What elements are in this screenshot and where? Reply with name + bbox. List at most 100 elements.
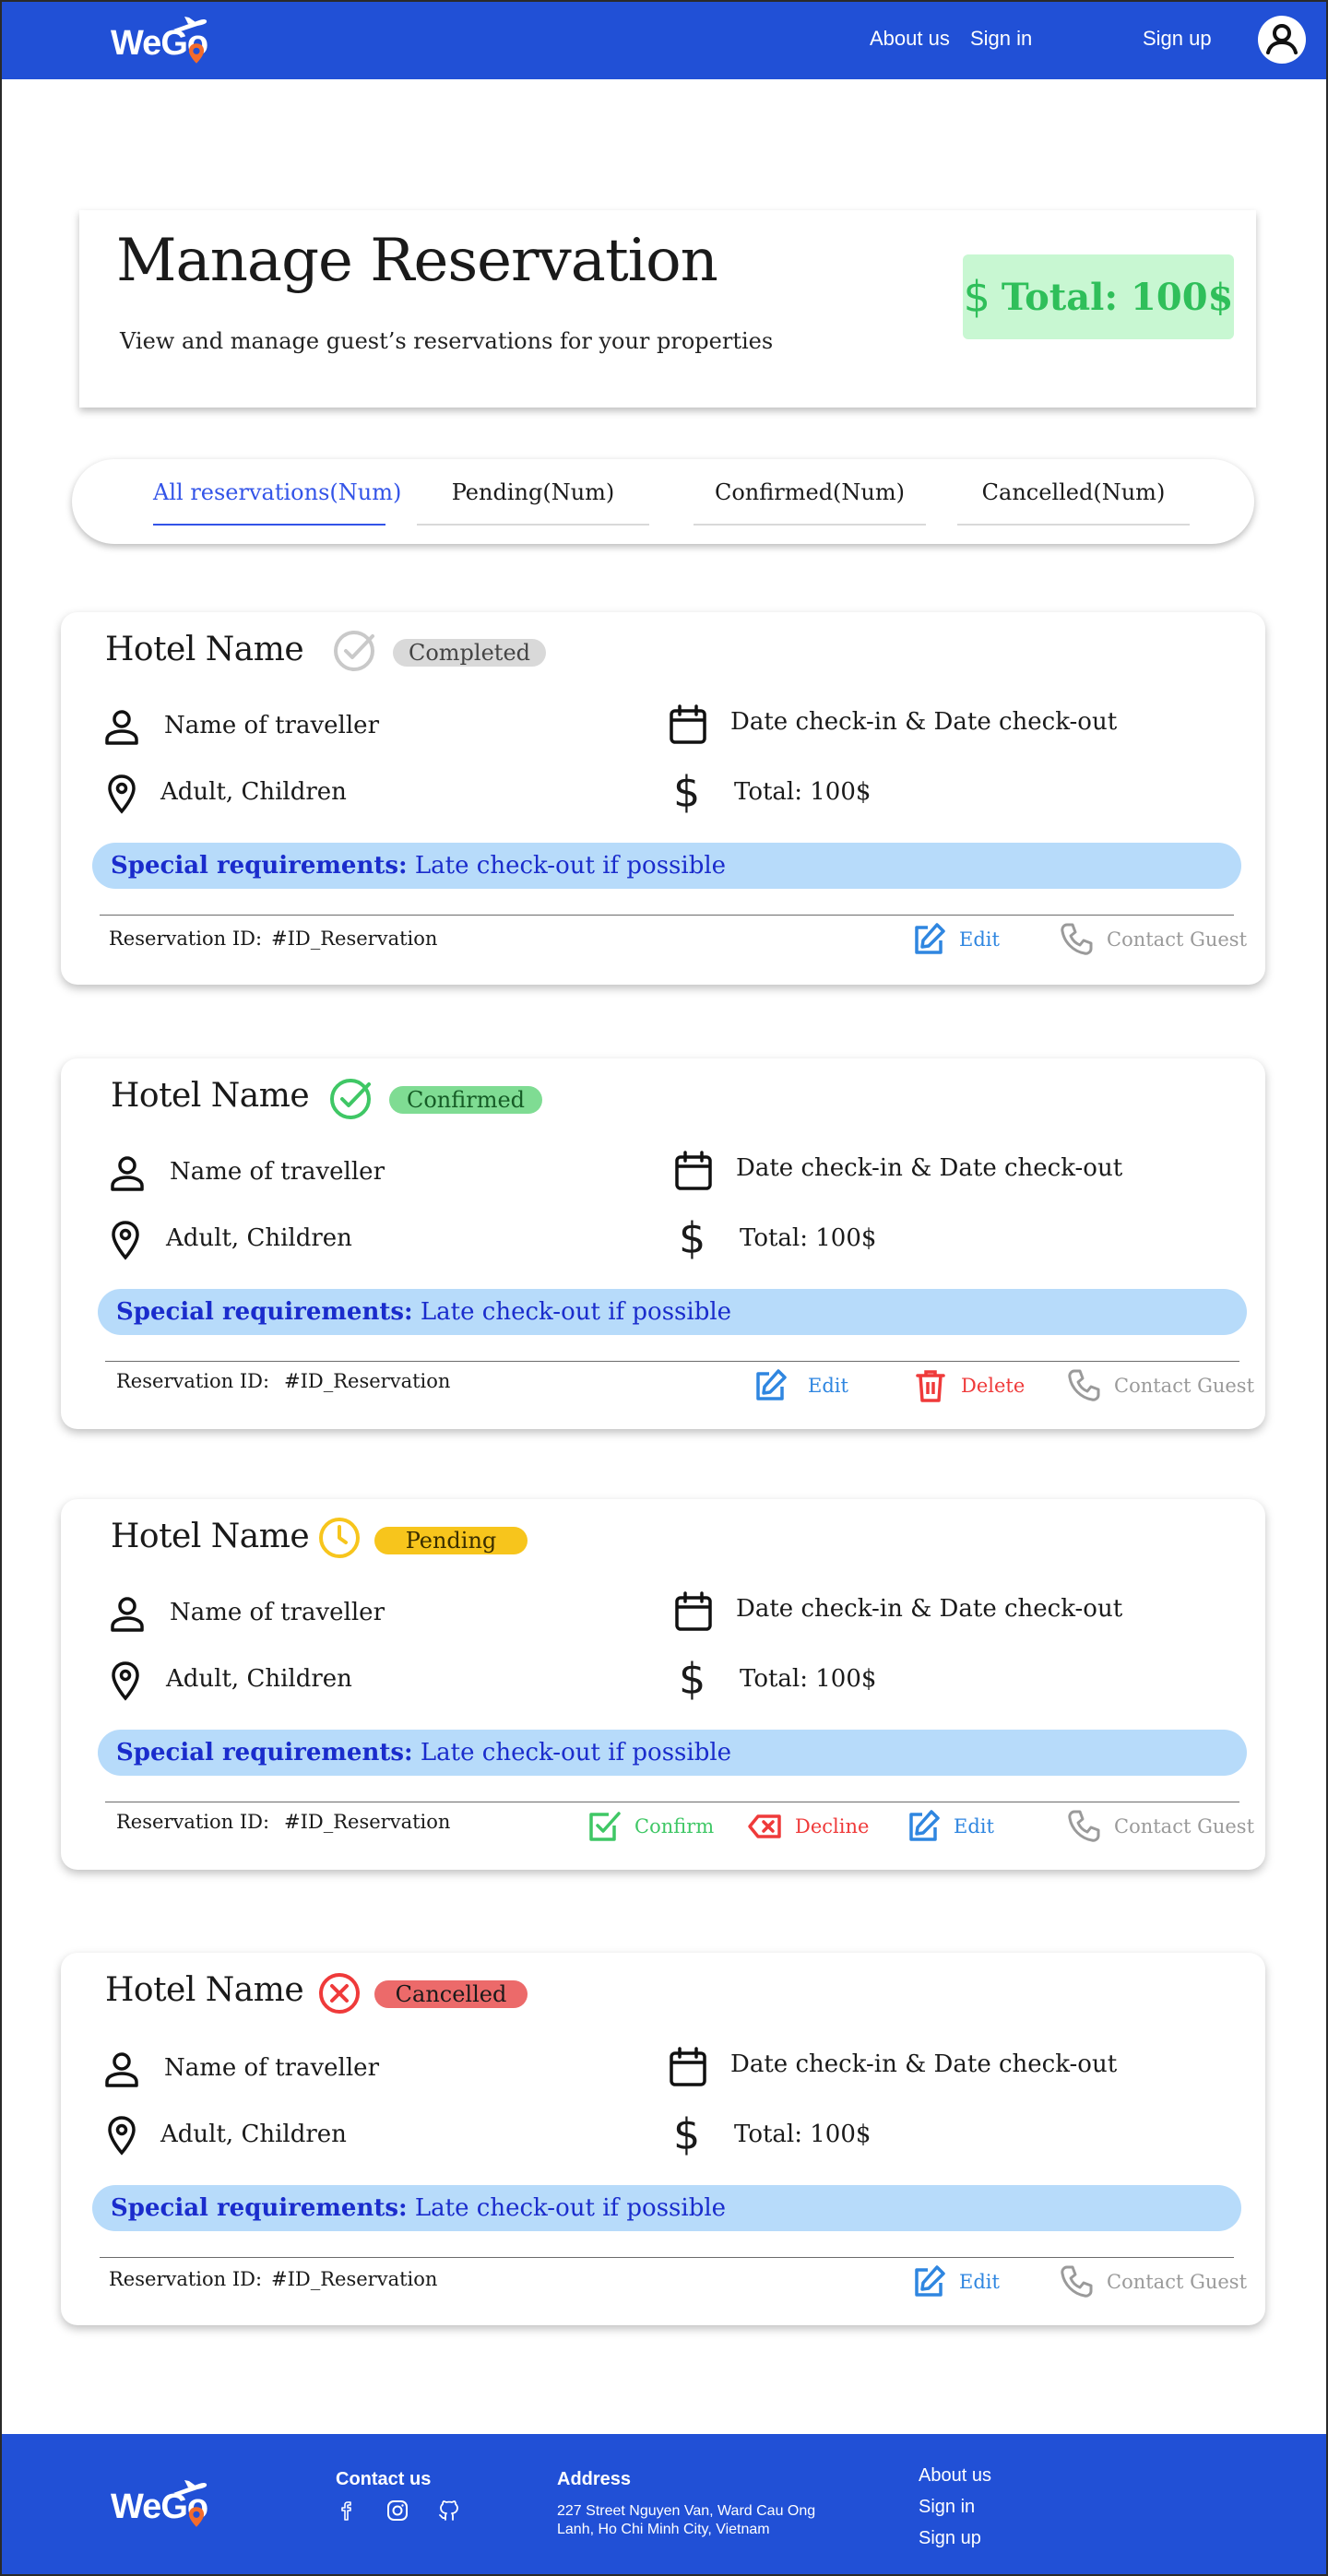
traveller-name: Name of traveller bbox=[164, 2054, 379, 2082]
reservation-total: Total: 100$ bbox=[740, 1665, 877, 1693]
reservation-status-tabs: All reservations(Num) Pending(Num) Confi… bbox=[72, 459, 1254, 544]
edit-button[interactable]: Edit bbox=[753, 1368, 848, 1403]
nav-sign-in-link[interactable]: Sign in bbox=[970, 27, 1032, 51]
tab-cancelled[interactable]: Cancelled(Num) bbox=[957, 479, 1190, 526]
footer-about-us-link[interactable]: About us bbox=[919, 2465, 991, 2487]
facebook-icon[interactable] bbox=[336, 2499, 360, 2523]
stay-dates: Date check-in & Date check-out bbox=[730, 2050, 1118, 2078]
reservation-total: Total: 100$ bbox=[734, 2121, 872, 2148]
special-requirements-bar: Special requirements: Late check-out if … bbox=[92, 843, 1241, 889]
airplane-icon bbox=[173, 17, 208, 31]
status-badge: Confirmed bbox=[389, 1086, 542, 1114]
contact-guest-button[interactable]: Contact Guest bbox=[1066, 1368, 1254, 1403]
edit-button[interactable]: Edit bbox=[911, 922, 1000, 957]
address-text: 227 Street Nguyen Van, Ward Cau Ong Lanh… bbox=[557, 2503, 816, 2537]
profile-button[interactable] bbox=[1258, 16, 1306, 64]
footer-sign-in-link[interactable]: Sign in bbox=[919, 2497, 975, 2518]
user-circle-icon bbox=[1266, 24, 1298, 54]
reservation-card: Hotel Name Pending Name of traveller Dat… bbox=[61, 1499, 1265, 1870]
location-pin-icon bbox=[188, 43, 205, 64]
user-icon bbox=[105, 2052, 138, 2087]
special-requirements-label: Special requirements: bbox=[116, 1739, 413, 1767]
edit-label: Edit bbox=[808, 1375, 848, 1397]
status-badge: Completed bbox=[393, 639, 546, 667]
total-revenue-value: Total: 100$ bbox=[1001, 275, 1234, 319]
user-icon bbox=[111, 1597, 144, 1632]
top-navbar: WeGo About us Sign in Sign up bbox=[0, 0, 1328, 79]
contact-guest-label: Contact Guest bbox=[1107, 928, 1248, 951]
confirm-button[interactable]: Confirm bbox=[587, 1809, 714, 1844]
status-badge: Cancelled bbox=[374, 1980, 528, 2008]
x-circle-icon bbox=[319, 1973, 360, 2014]
contact-guest-button[interactable]: Contact Guest bbox=[1059, 2264, 1247, 2299]
location-pin-icon bbox=[108, 774, 136, 814]
edit-label: Edit bbox=[954, 1815, 994, 1837]
reservation-id-value: #ID_Reservation bbox=[271, 2268, 438, 2290]
stay-dates: Date check-in & Date check-out bbox=[730, 708, 1118, 736]
special-requirements-bar: Special requirements: Late check-out if … bbox=[98, 1289, 1247, 1335]
special-requirements-label: Special requirements: bbox=[111, 852, 408, 880]
edit-button[interactable]: Edit bbox=[906, 1809, 994, 1844]
calendar-icon bbox=[670, 704, 706, 744]
phone-icon bbox=[1068, 1369, 1100, 1401]
total-revenue-badge: $ Total: 100$ bbox=[963, 254, 1234, 339]
reservation-id-value: #ID_Reservation bbox=[284, 1370, 451, 1392]
calendar-icon bbox=[670, 2047, 706, 2086]
reservation-card: Hotel Name Confirmed Name of traveller D… bbox=[61, 1058, 1265, 1429]
edit-button[interactable]: Edit bbox=[911, 2264, 1000, 2299]
special-requirements-text: Late check-out if possible bbox=[420, 1739, 732, 1767]
tab-all-reservations[interactable]: All reservations(Num) bbox=[153, 479, 401, 526]
dollar-icon: $ bbox=[673, 2109, 701, 2159]
contact-guest-label: Contact Guest bbox=[1114, 1815, 1255, 1837]
location-pin-icon bbox=[188, 2507, 205, 2527]
edit-icon bbox=[915, 923, 945, 954]
dollar-icon: $ bbox=[673, 767, 701, 817]
airplane-icon bbox=[173, 2480, 208, 2495]
special-requirements-bar: Special requirements: Late check-out if … bbox=[98, 1730, 1247, 1776]
trash-icon bbox=[916, 1370, 945, 1402]
dollar-icon: $ bbox=[679, 1654, 706, 1704]
special-requirements-text: Late check-out if possible bbox=[414, 2194, 727, 2222]
card-divider bbox=[100, 2257, 1234, 2258]
guest-count: Adult, Children bbox=[160, 778, 347, 806]
footer-sign-up-link[interactable]: Sign up bbox=[919, 2528, 981, 2549]
edit-label: Edit bbox=[959, 2271, 1000, 2293]
special-requirements-label: Special requirements: bbox=[116, 1298, 413, 1326]
reservation-id-label: Reservation ID: bbox=[116, 1811, 270, 1833]
hotel-name: Hotel Name bbox=[111, 1077, 310, 1115]
github-icon[interactable] bbox=[437, 2499, 461, 2523]
special-requirements-text: Late check-out if possible bbox=[420, 1298, 732, 1326]
contact-guest-button[interactable]: Contact Guest bbox=[1059, 922, 1247, 957]
location-pin-icon bbox=[112, 1221, 139, 1260]
contact-guest-button[interactable]: Contact Guest bbox=[1066, 1809, 1254, 1844]
contact-guest-label: Contact Guest bbox=[1107, 2271, 1248, 2293]
delete-button[interactable]: Delete bbox=[913, 1368, 1025, 1403]
hotel-name: Hotel Name bbox=[111, 1518, 310, 1555]
guest-count: Adult, Children bbox=[160, 2121, 347, 2148]
reservation-card: Hotel Name Completed Name of traveller D… bbox=[61, 612, 1265, 985]
tab-pending[interactable]: Pending(Num) bbox=[417, 479, 649, 526]
reservation-id-value: #ID_Reservation bbox=[271, 928, 438, 950]
tab-confirmed[interactable]: Confirmed(Num) bbox=[694, 479, 926, 526]
nav-about-us-link[interactable]: About us bbox=[870, 27, 950, 51]
status-badge: Pending bbox=[374, 1527, 528, 1554]
phone-icon bbox=[1068, 1810, 1100, 1842]
edit-label: Edit bbox=[959, 928, 1000, 951]
special-requirements-text: Late check-out if possible bbox=[414, 852, 727, 880]
location-pin-icon bbox=[108, 2116, 136, 2156]
decline-button[interactable]: Decline bbox=[747, 1809, 869, 1844]
location-pin-icon bbox=[112, 1661, 139, 1701]
clock-icon bbox=[319, 1518, 360, 1558]
wego-logo[interactable]: WeGo bbox=[111, 17, 212, 65]
dollar-icon: $ bbox=[963, 272, 990, 322]
contact-us-heading: Contact us bbox=[336, 2469, 432, 2489]
hotel-name: Hotel Name bbox=[105, 1971, 304, 2009]
phone-icon bbox=[1061, 2265, 1093, 2298]
nav-sign-up-link[interactable]: Sign up bbox=[1143, 27, 1212, 51]
traveller-name: Name of traveller bbox=[164, 712, 379, 739]
instagram-icon[interactable] bbox=[385, 2499, 409, 2523]
special-requirements-bar: Special requirements: Late check-out if … bbox=[92, 2185, 1241, 2231]
wego-logo[interactable]: WeGo bbox=[111, 2480, 212, 2528]
check-circle-icon bbox=[334, 631, 374, 671]
guest-count: Adult, Children bbox=[166, 1665, 352, 1693]
